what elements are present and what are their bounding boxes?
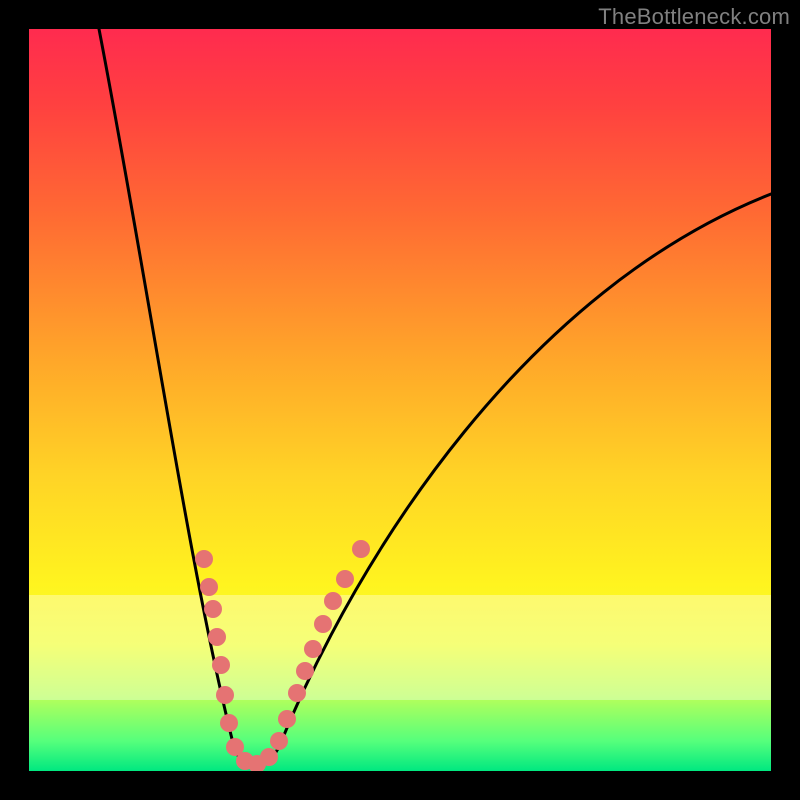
curve-marker — [278, 710, 296, 728]
curve-marker — [208, 628, 226, 646]
curve-marker — [314, 615, 332, 633]
curve-marker — [336, 570, 354, 588]
curve-marker — [220, 714, 238, 732]
curve-marker — [304, 640, 322, 658]
curve-marker — [324, 592, 342, 610]
bottleneck-chart — [29, 29, 771, 771]
curve-marker — [288, 684, 306, 702]
curve-marker — [195, 550, 213, 568]
curve-marker — [260, 748, 278, 766]
curve-marker — [200, 578, 218, 596]
curve-marker — [216, 686, 234, 704]
curve-marker — [204, 600, 222, 618]
bottleneck-curve — [99, 29, 771, 767]
curve-marker — [270, 732, 288, 750]
curve-marker — [212, 656, 230, 674]
curve-marker — [352, 540, 370, 558]
curve-marker — [296, 662, 314, 680]
curve-markers — [195, 540, 370, 771]
watermark-text: TheBottleneck.com — [598, 4, 790, 30]
